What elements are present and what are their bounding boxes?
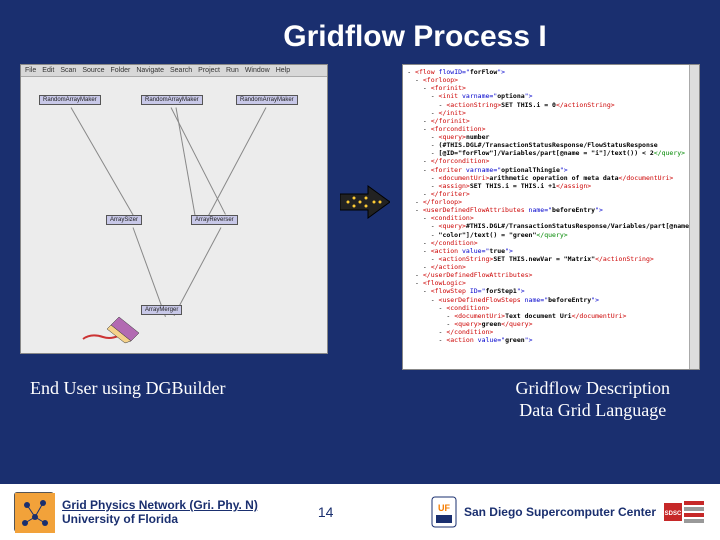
xml-line: - <query>number	[407, 133, 695, 141]
xml-line: - <query>#THIS.DGL#/TransactionStatusRes…	[407, 222, 695, 230]
menu-item: Edit	[42, 67, 54, 74]
menu-item: Scan	[60, 67, 76, 74]
dg-node: RandomArrayMaker	[236, 95, 298, 105]
captions: End User using DGBuilder Gridflow Descri…	[0, 370, 720, 421]
xml-line: - [@ID="forFlow"]/Variables/part[@name =…	[407, 149, 695, 157]
xml-line: - <forinit>	[407, 84, 695, 92]
edge	[174, 227, 222, 316]
pen-icon	[81, 315, 141, 345]
xml-line: - </forinit>	[407, 117, 695, 125]
xml-line: - <actionString>SET THIS.newVar = "Matri…	[407, 255, 695, 263]
xml-viewer: - <flow flowID="forFlow"> - <forloop> - …	[402, 64, 700, 370]
edge	[133, 227, 166, 317]
xml-line: - </condition>	[407, 239, 695, 247]
xml-line: - </forloop>	[407, 198, 695, 206]
xml-line: - (#THIS.DGL#/TransactionStatusResponse/…	[407, 141, 695, 149]
menu-item: Help	[276, 67, 290, 74]
xml-line: - </init>	[407, 109, 695, 117]
slide-title: Gridflow Process I	[0, 0, 720, 64]
edge	[205, 107, 267, 222]
menu-item: Search	[170, 67, 192, 74]
xml-line: - </condition>	[407, 328, 695, 336]
xml-line: - <actionString>SET THIS.i = 0</actionSt…	[407, 101, 695, 109]
menu-item: Window	[245, 67, 270, 74]
xml-line: - <userDefinedFlowAttributes name="befor…	[407, 206, 695, 214]
menu-item: Source	[82, 67, 104, 74]
right-caption: Gridflow Description Data Grid Language	[516, 378, 670, 421]
xml-line: - <init varname="optiona">	[407, 92, 695, 100]
svg-text:UF: UF	[438, 503, 450, 513]
dg-node: RandomArrayMaker	[39, 95, 101, 105]
menubar: File Edit Scan Source Folder Navigate Se…	[21, 65, 327, 77]
dg-node: RandomArrayMaker	[141, 95, 203, 105]
xml-line: - <flowStep ID="forStep1">	[407, 287, 695, 295]
menu-item: Folder	[111, 67, 131, 74]
xml-line: - </action>	[407, 263, 695, 271]
menu-item: Run	[226, 67, 239, 74]
xml-line: - <action value="true">	[407, 247, 695, 255]
xml-line: - <flowLogic>	[407, 279, 695, 287]
footer: Grid Physics Network (Gri. Phy. N) Unive…	[0, 484, 720, 540]
xml-line: - <documentUri>Text document Uri</docume…	[407, 312, 695, 320]
menu-item: Project	[198, 67, 220, 74]
dgbuilder-window: File Edit Scan Source Folder Navigate Se…	[20, 64, 328, 354]
xml-line: - </userDefinedFlowAttributes>	[407, 271, 695, 279]
xml-line: - <documentUri>arithmetic operation of m…	[407, 174, 695, 182]
xml-line: - <forloop>	[407, 76, 695, 84]
left-caption: End User using DGBuilder	[30, 378, 225, 421]
menu-item: Navigate	[136, 67, 164, 74]
xml-line: - </forcondition>	[407, 157, 695, 165]
xml-line: - <forcondition>	[407, 125, 695, 133]
xml-line: - <action value="green">	[407, 336, 695, 344]
footer-left-text: Grid Physics Network (Gri. Phy. N) Unive…	[62, 498, 258, 526]
xml-line: - <condition>	[407, 304, 695, 312]
footer-right-text: San Diego Supercomputer Center	[464, 505, 656, 519]
xml-line: - <condition>	[407, 214, 695, 222]
xml-line: - <userDefinedFlowSteps name="beforeEntr…	[407, 296, 695, 304]
menu-item: File	[25, 67, 36, 74]
edge	[71, 107, 137, 220]
xml-line: - <query>green</query>	[407, 320, 695, 328]
griphyn-logo-icon	[14, 492, 54, 532]
xml-line: - </foriter>	[407, 190, 695, 198]
svg-text:SDSC: SDSC	[665, 511, 682, 517]
sdsc-logo-icon: SDSC	[664, 497, 706, 527]
scrollbar[interactable]	[689, 65, 699, 369]
xml-line: - <foriter varname="optionalThingie">	[407, 166, 695, 174]
content-row: File Edit Scan Source Folder Navigate Se…	[0, 64, 720, 370]
dg-node: ArrayMerger	[141, 305, 182, 315]
xml-line: - "color"]/text() = "green"</query>	[407, 231, 695, 239]
dg-node: ArrayReverser	[191, 215, 238, 225]
xml-line: - <assign>SET THIS.i = THIS.i +1</assign…	[407, 182, 695, 190]
xml-line: - <flow flowID="forFlow">	[407, 68, 695, 76]
page-number: 14	[318, 504, 334, 520]
arrow-icon	[338, 184, 393, 220]
uf-logo-icon: UF	[430, 495, 458, 529]
dg-node: ArraySizer	[106, 215, 142, 225]
